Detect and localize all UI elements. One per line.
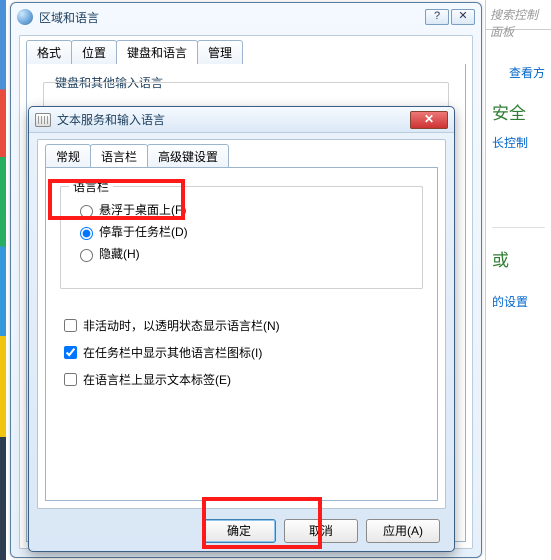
search-input[interactable]: 搜索控制面板: [486, 0, 551, 30]
group-language-bar: 语言栏 悬浮于桌面上(F) 停靠于任务栏(D) 隐藏(H): [60, 186, 423, 289]
check-show-text-labels[interactable]: 在语言栏上显示文本标签(E): [60, 370, 423, 389]
radio-label: 停靠于任务栏(D): [99, 223, 188, 240]
checkbox-input[interactable]: [64, 346, 77, 359]
globe-icon: [17, 9, 33, 25]
radio-input[interactable]: [80, 249, 93, 262]
check-transparent-inactive[interactable]: 非活动时，以透明状态显示语言栏(N): [60, 316, 423, 335]
link-parental[interactable]: 长控制: [486, 128, 551, 157]
checkbox-block: 非活动时，以透明状态显示语言栏(N) 在任务栏中显示其他语言栏图标(I) 在语言…: [60, 308, 423, 397]
keyboard-icon: [35, 113, 51, 127]
dialog-title: 文本服务和输入语言: [57, 111, 410, 128]
titlebar: 区域和语言 ? ✕: [11, 3, 481, 31]
ok-button[interactable]: 确定: [202, 519, 276, 543]
radio-hidden[interactable]: 隐藏(H): [75, 245, 422, 262]
radio-float-desktop[interactable]: 悬浮于桌面上(F): [75, 201, 422, 218]
close-button[interactable]: ✕: [451, 9, 475, 25]
left-icon-strip: [0, 0, 6, 560]
titlebar: 文本服务和输入语言 ✕: [29, 107, 454, 133]
checkbox-label: 在语言栏上显示文本标签(E): [83, 371, 231, 388]
tab-admin[interactable]: 管理: [197, 40, 243, 64]
section-security: 安全: [486, 81, 551, 128]
button-row: 确定 取消 应用(A): [29, 519, 454, 543]
radio-label: 悬浮于桌面上(F): [99, 201, 186, 218]
radio-label: 隐藏(H): [99, 245, 140, 262]
checkbox-input[interactable]: [64, 319, 77, 332]
tab-language-bar[interactable]: 语言栏: [90, 144, 148, 167]
link-settings[interactable]: 的设置: [486, 275, 551, 328]
section-or: 或: [486, 228, 551, 275]
tab-general[interactable]: 常规: [45, 144, 91, 167]
apply-button[interactable]: 应用(A): [366, 519, 440, 543]
checkbox-label: 非活动时，以透明状态显示语言栏(N): [83, 317, 280, 334]
checkbox-label: 在任务栏中显示其他语言栏图标(I): [83, 344, 262, 361]
tab-keyboard[interactable]: 键盘和语言: [116, 40, 198, 64]
dialog-title: 区域和语言: [39, 9, 425, 26]
radio-input[interactable]: [80, 227, 93, 240]
help-button[interactable]: ?: [425, 9, 449, 25]
tab-panel: 语言栏 悬浮于桌面上(F) 停靠于任务栏(D) 隐藏(H) 非活动时，以透明状: [45, 167, 438, 501]
tab-location[interactable]: 位置: [71, 40, 117, 64]
tabs: 格式 位置 键盘和语言 管理: [26, 40, 472, 64]
group-title: 语言栏: [69, 178, 113, 195]
close-button[interactable]: ✕: [410, 111, 448, 129]
tab-advanced-keys[interactable]: 高级键设置: [147, 144, 229, 167]
dialog-body: 常规 语言栏 高级键设置 语言栏 悬浮于桌面上(F) 停靠于任务栏(D) 隐藏(…: [37, 139, 446, 509]
tab-format[interactable]: 格式: [26, 40, 72, 64]
text-services-dialog: 文本服务和输入语言 ✕ 常规 语言栏 高级键设置 语言栏 悬浮于桌面上(F) 停…: [28, 106, 455, 552]
radio-input[interactable]: [80, 205, 93, 218]
tabs: 常规 语言栏 高级键设置: [45, 144, 445, 167]
checkbox-input[interactable]: [64, 373, 77, 386]
check-show-extra-icons[interactable]: 在任务栏中显示其他语言栏图标(I): [60, 343, 423, 362]
control-panel-right-fragment: 搜索控制面板 查看方 安全 长控制 或 的设置: [485, 0, 551, 560]
radio-dock-taskbar[interactable]: 停靠于任务栏(D): [75, 223, 422, 240]
cancel-button[interactable]: 取消: [284, 519, 358, 543]
